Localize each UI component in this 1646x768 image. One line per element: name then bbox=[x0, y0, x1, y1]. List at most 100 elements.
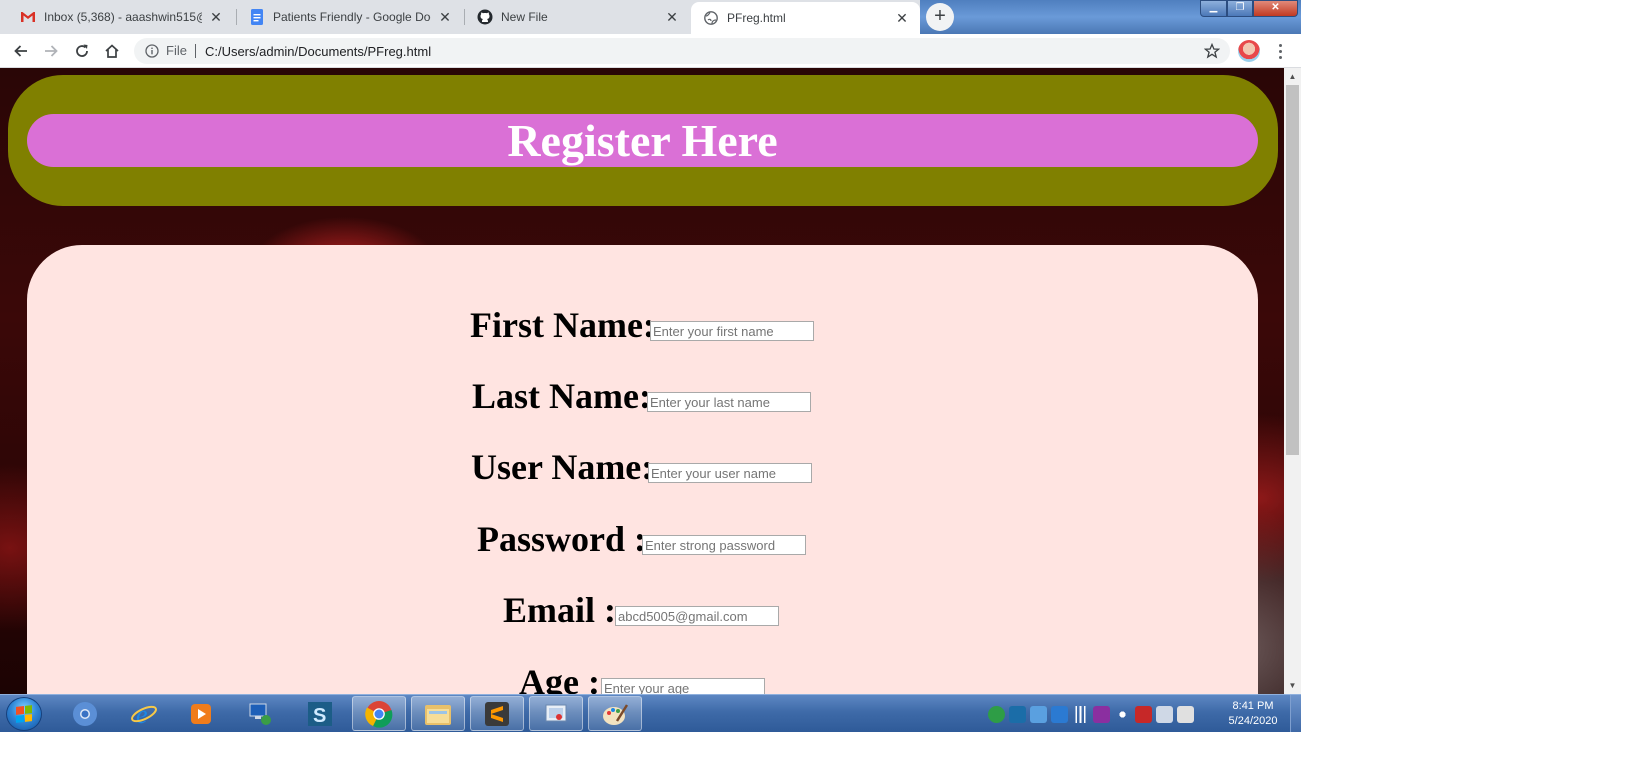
taskbar-app[interactable]: e bbox=[117, 696, 171, 731]
close-window-button[interactable]: ✕ bbox=[1253, 0, 1298, 17]
registration-form: First Name: Last Name: User Name: Passwo… bbox=[27, 245, 1258, 694]
tab-title: Patients Friendly - Google Docs bbox=[273, 10, 431, 24]
action-center-icon[interactable] bbox=[1177, 705, 1194, 723]
tab-pfreg[interactable]: PFreg.html ✕ bbox=[691, 2, 920, 34]
sublime-text-icon bbox=[482, 699, 512, 729]
info-icon[interactable] bbox=[144, 43, 160, 59]
taskbar-app[interactable] bbox=[529, 696, 583, 731]
tray-s-icon[interactable] bbox=[1009, 705, 1026, 723]
address-bar[interactable]: File C:/Users/admin/Documents/PFreg.html bbox=[134, 38, 1230, 64]
star-icon bbox=[1204, 43, 1220, 59]
restore-button[interactable]: ❐ bbox=[1227, 0, 1253, 17]
taskbar-app[interactable] bbox=[174, 696, 228, 731]
github-icon bbox=[477, 9, 493, 25]
tab-close-icon[interactable]: ✕ bbox=[664, 9, 680, 25]
chromium-icon bbox=[70, 699, 100, 729]
new-tab-button[interactable]: + bbox=[926, 3, 954, 31]
last-name-row: Last Name: bbox=[27, 374, 1258, 418]
age-row: Age : bbox=[27, 660, 1258, 694]
tab-gmail[interactable]: Inbox (5,368) - aaashwin515@gm ✕ bbox=[8, 2, 234, 32]
title-banner: Register Here bbox=[27, 114, 1258, 167]
page-title: Register Here bbox=[507, 115, 778, 166]
taskbar-app[interactable]: S bbox=[293, 696, 347, 731]
internet-explorer-icon: e bbox=[129, 699, 159, 729]
tab-github-new-file[interactable]: New File ✕ bbox=[465, 2, 690, 32]
tab-close-icon[interactable]: ✕ bbox=[894, 10, 910, 26]
scroll-down-arrow-icon[interactable]: ▼ bbox=[1284, 677, 1301, 694]
reload-icon bbox=[76, 44, 88, 57]
back-button[interactable] bbox=[8, 38, 34, 64]
tab-title: PFreg.html bbox=[727, 11, 786, 25]
media-player-icon bbox=[186, 699, 216, 729]
email-label: Email : bbox=[503, 590, 616, 630]
tray-bluetooth-icon[interactable] bbox=[1051, 705, 1068, 723]
browser-menu-button[interactable] bbox=[1270, 40, 1290, 62]
age-label: Age : bbox=[519, 662, 600, 694]
show-desktop-button[interactable] bbox=[1290, 695, 1301, 732]
tab-close-icon[interactable]: ✕ bbox=[208, 9, 224, 25]
gmail-icon bbox=[20, 9, 36, 25]
tray-network-icon[interactable] bbox=[1030, 705, 1047, 723]
last-name-label: Last Name: bbox=[472, 376, 651, 416]
user-name-row: User Name: bbox=[27, 445, 1258, 489]
signal-bars-icon[interactable] bbox=[1072, 705, 1089, 723]
home-icon bbox=[105, 44, 119, 58]
arrow-left-icon bbox=[14, 45, 27, 57]
tab-google-docs[interactable]: Patients Friendly - Google Docs ✕ bbox=[237, 2, 463, 32]
age-input[interactable] bbox=[601, 678, 765, 694]
system-tray bbox=[988, 703, 1194, 725]
scroll-up-arrow-icon[interactable]: ▲ bbox=[1284, 68, 1301, 85]
tray-flag-icon[interactable] bbox=[1135, 705, 1152, 723]
taskbar-app[interactable] bbox=[352, 696, 406, 731]
password-label: Password : bbox=[477, 519, 646, 559]
tab-strip: Inbox (5,368) - aaashwin515@gm ✕ Patient… bbox=[0, 0, 1301, 34]
password-row: Password : bbox=[27, 517, 1258, 561]
tab-title: Inbox (5,368) - aaashwin515@gm bbox=[44, 10, 202, 24]
globe-icon bbox=[703, 10, 719, 26]
tab-close-icon[interactable]: ✕ bbox=[437, 9, 453, 25]
snipping-tool-icon bbox=[541, 699, 571, 729]
speaker-icon[interactable] bbox=[1114, 705, 1131, 723]
page-viewport: Register Here First Name: Last Name: Use… bbox=[0, 68, 1284, 694]
svg-text:S: S bbox=[313, 705, 326, 727]
taskbar-app[interactable] bbox=[233, 696, 287, 731]
browser-window: Inbox (5,368) - aaashwin515@gm ✕ Patient… bbox=[0, 0, 1301, 732]
taskbar-clock[interactable]: 8:41 PM 5/24/2020 bbox=[1218, 699, 1288, 729]
tray-app-icon[interactable] bbox=[988, 705, 1005, 723]
reload-button[interactable] bbox=[69, 38, 95, 64]
tray-power-icon[interactable] bbox=[1093, 705, 1110, 723]
taskbar-app[interactable] bbox=[58, 696, 112, 731]
network-computer-icon bbox=[245, 699, 275, 729]
tray-usb-icon[interactable] bbox=[1156, 705, 1173, 723]
profile-avatar[interactable] bbox=[1238, 40, 1260, 62]
s-app-icon: S bbox=[305, 699, 335, 729]
user-name-label: User Name: bbox=[471, 447, 654, 487]
google-docs-icon bbox=[249, 9, 265, 25]
start-button[interactable] bbox=[6, 697, 42, 731]
kebab-dot bbox=[1278, 55, 1282, 59]
browser-toolbar: File C:/Users/admin/Documents/PFreg.html bbox=[0, 34, 1301, 68]
windows-taskbar: e S 8:41 PM 5/24/2020 bbox=[0, 694, 1301, 732]
first-name-input[interactable] bbox=[650, 321, 814, 341]
svg-text:e: e bbox=[136, 700, 148, 728]
windows-logo-icon bbox=[16, 705, 32, 723]
first-name-label: First Name: bbox=[470, 305, 655, 345]
last-name-input[interactable] bbox=[647, 392, 811, 412]
minimize-button[interactable]: ▁ bbox=[1200, 0, 1227, 17]
password-input[interactable] bbox=[642, 535, 806, 555]
taskbar-app[interactable] bbox=[588, 696, 642, 731]
vertical-scrollbar[interactable]: ▲ ▼ bbox=[1284, 68, 1301, 694]
chrome-icon bbox=[364, 699, 394, 729]
bookmark-star-button[interactable] bbox=[1200, 39, 1224, 63]
email-row: Email : bbox=[27, 588, 1258, 632]
forward-button[interactable] bbox=[38, 38, 64, 64]
taskbar-app[interactable] bbox=[470, 696, 524, 731]
scrollbar-thumb[interactable] bbox=[1286, 85, 1299, 455]
home-button[interactable] bbox=[99, 38, 125, 64]
kebab-dot bbox=[1278, 43, 1282, 47]
url-text[interactable]: C:/Users/admin/Documents/PFreg.html bbox=[205, 44, 431, 59]
paint-icon bbox=[600, 699, 630, 729]
user-name-input[interactable] bbox=[648, 463, 812, 483]
email-input[interactable] bbox=[615, 606, 779, 626]
taskbar-app[interactable] bbox=[411, 696, 465, 731]
